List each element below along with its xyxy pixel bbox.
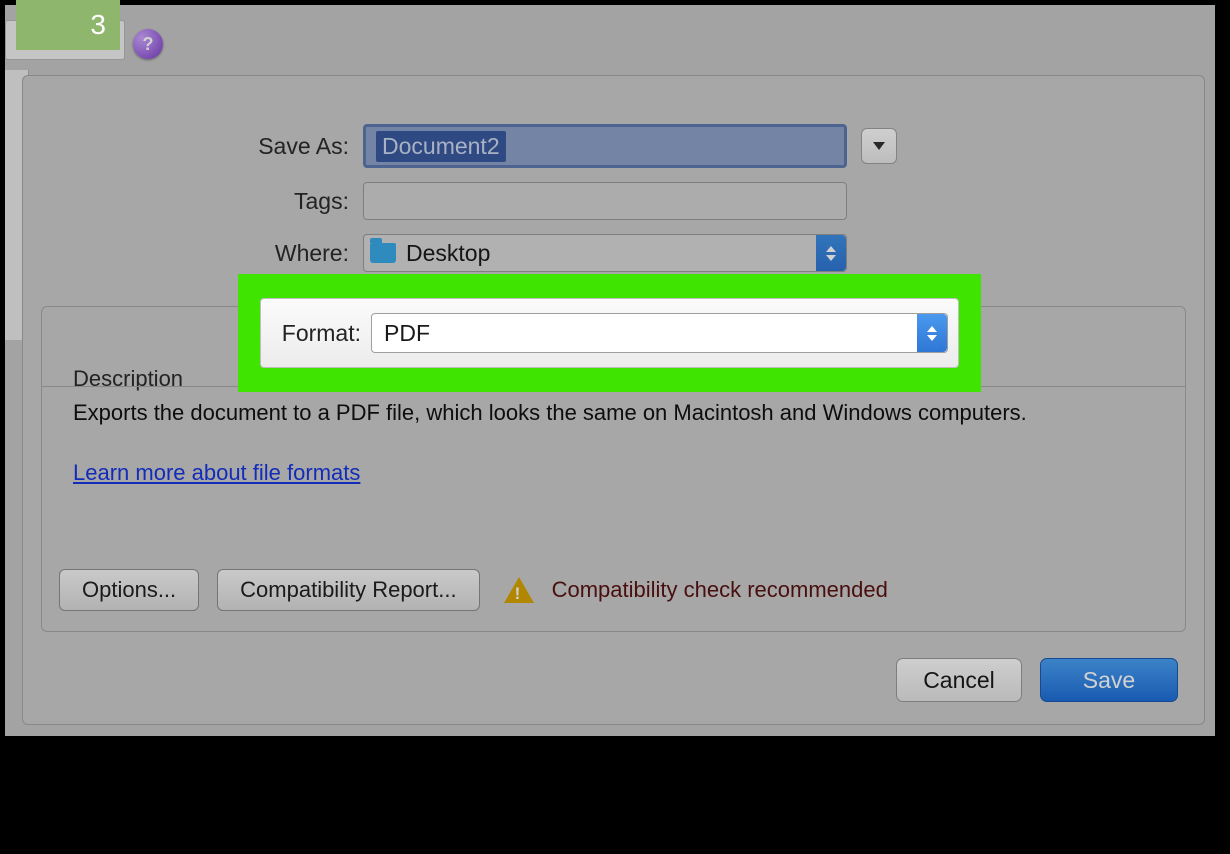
options-button[interactable]: Options... (59, 569, 199, 611)
where-value: Desktop (406, 240, 490, 267)
description-text: Exports the document to a PDF file, whic… (73, 400, 1164, 426)
format-select[interactable]: PDF (371, 313, 948, 353)
cancel-button[interactable]: Cancel (896, 658, 1022, 702)
where-label: Where: (23, 240, 363, 267)
where-select[interactable]: Desktop (363, 234, 847, 272)
save-as-input[interactable]: Document2 (363, 124, 847, 168)
where-row: Where: Desktop (23, 234, 847, 272)
expand-folder-button[interactable] (861, 128, 897, 164)
save-button[interactable]: Save (1040, 658, 1178, 702)
where-stepper-icon (816, 235, 846, 271)
save-as-value: Document2 (376, 131, 506, 162)
compatibility-report-button[interactable]: Compatibility Report... (217, 569, 479, 611)
format-stepper-icon (917, 314, 947, 352)
save-as-row: Save As: Document2 (23, 124, 897, 168)
save-as-label: Save As: (23, 133, 363, 160)
folder-icon (370, 243, 396, 263)
format-row: Format: PDF (260, 298, 959, 368)
warning-icon (504, 577, 534, 603)
step-number: 3 (90, 9, 106, 41)
format-label: Format: (271, 320, 371, 347)
chevron-down-icon (873, 142, 885, 150)
options-row: Options... Compatibility Report... Compa… (59, 569, 888, 611)
tags-row: Tags: (23, 182, 847, 220)
save-dialog-sheet: Save As: Document2 Tags: Where: Desktop … (22, 75, 1205, 725)
tags-label: Tags: (23, 188, 363, 215)
step-badge: 3 (16, 0, 120, 50)
description-heading: Description (73, 366, 183, 392)
tags-input[interactable] (363, 182, 847, 220)
compatibility-warning-text: Compatibility check recommended (552, 577, 888, 603)
help-icon[interactable]: ? (133, 29, 163, 59)
learn-more-link[interactable]: Learn more about file formats (73, 460, 360, 486)
format-value: PDF (384, 320, 430, 347)
dialog-action-row: Cancel Save (896, 658, 1178, 702)
format-highlight: Format: PDF (238, 274, 981, 392)
